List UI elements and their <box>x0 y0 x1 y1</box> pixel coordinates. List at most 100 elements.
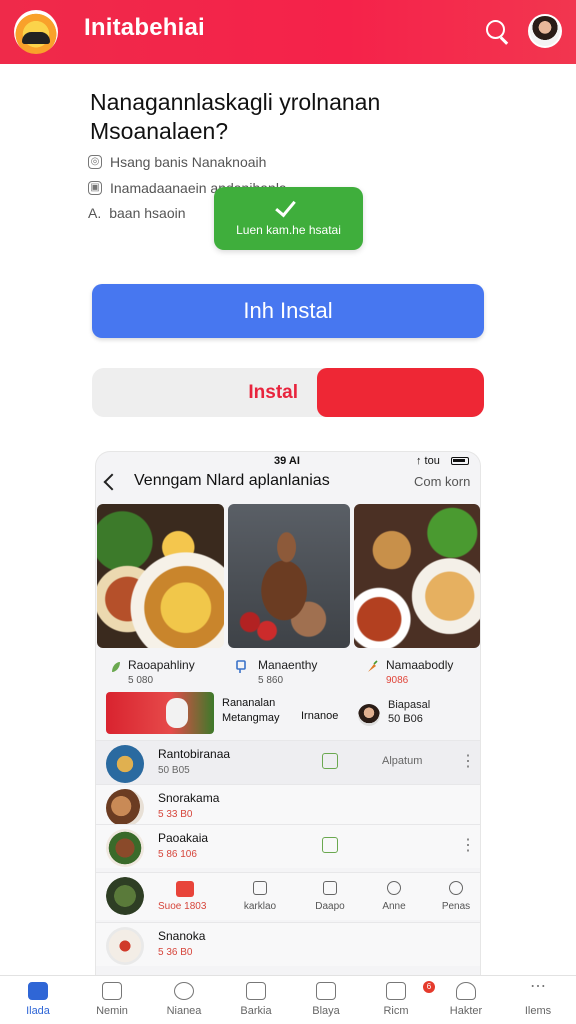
dish-thumbnail <box>106 877 144 915</box>
message-icon[interactable] <box>322 837 338 853</box>
preview-action[interactable]: Com korn <box>414 474 470 489</box>
tab-user[interactable]: Hakter <box>434 982 498 1017</box>
list-item-sub: 5 86 106 <box>158 849 197 860</box>
folder-icon <box>253 881 267 895</box>
caption-title: Manaenthy <box>258 658 318 672</box>
dish-thumbnail <box>106 745 144 783</box>
top-header: Initabehiai <box>0 0 576 64</box>
install-button[interactable]: Inh Instal <box>92 284 484 338</box>
image-icon <box>316 982 336 1000</box>
preview-title: Venngam Nlard aplanlanias <box>134 472 330 489</box>
promo-right-line-2: 50 B06 <box>388 713 423 725</box>
tab-search[interactable]: Nianea <box>152 982 216 1017</box>
promo-banner[interactable] <box>106 692 214 734</box>
tag-icon <box>236 660 248 674</box>
mini-tab-3[interactable]: Anne <box>364 881 424 912</box>
mini-tab-label: Penas <box>441 901 471 912</box>
info-text: Hsang banis Nanaknoaih <box>110 154 267 170</box>
promo-right: Biapasal 50 B06 <box>388 698 430 726</box>
check-icon <box>276 195 300 217</box>
info-row-location: ◎ Hsang banis Nanaknoaih <box>88 154 266 170</box>
tab-label: Nemin <box>96 1005 128 1017</box>
preview-nav-bar: Venngam Nlard aplanlanias Com korn <box>96 466 480 502</box>
mini-tab-label: karklao <box>243 901 277 912</box>
more-icon: ⋯ <box>530 978 546 995</box>
notification-badge <box>176 881 194 897</box>
tab-cart[interactable]: 6 Ricm <box>364 981 435 1017</box>
install-label[interactable]: Instal <box>92 368 314 417</box>
dish-thumbnail <box>106 789 144 827</box>
lock-icon: ▣ <box>88 181 102 195</box>
tab-label: Barkia <box>240 1005 272 1017</box>
leaf-icon <box>110 660 122 674</box>
more-icon[interactable] <box>460 751 476 771</box>
list-item-title: Snanoka <box>158 929 206 943</box>
list-item[interactable]: Rantobiranaa 50 B05 Alpatum <box>96 740 480 784</box>
person-photo[interactable] <box>228 504 350 648</box>
install-split-button[interactable]: Instal <box>92 368 484 417</box>
avatar[interactable] <box>528 14 562 48</box>
home-icon <box>28 982 48 1000</box>
carrot-icon <box>366 660 378 674</box>
caption-title: Namaabodly <box>386 658 454 672</box>
headline-line-2: Msoanalaen? <box>90 118 229 144</box>
tab-image[interactable]: Blaya <box>294 982 358 1017</box>
app-preview-screenshot: 39 AI ↑ tou Venngam Nlard aplanlanias Co… <box>96 452 480 976</box>
location-icon: ◎ <box>88 155 102 169</box>
tab-label: Ilada <box>26 1005 50 1017</box>
list-item-side: Alpatum <box>382 755 423 767</box>
list-item[interactable]: Paoakaia 5 86 106 <box>96 824 480 868</box>
mini-tab-label: Anne <box>382 901 406 912</box>
search-icon <box>174 982 194 1000</box>
back-icon[interactable] <box>103 473 121 491</box>
tab-store[interactable]: Nemin <box>80 982 144 1017</box>
mini-tab-label: Daapo <box>315 901 345 912</box>
caption-title: Raoapahliny <box>128 658 195 672</box>
tab-home[interactable]: Ilada <box>6 982 70 1017</box>
install-red-button[interactable] <box>317 368 484 417</box>
caption-sub: 5 080 <box>128 675 154 686</box>
tab-label: Blaya <box>312 1005 340 1017</box>
tab-label: Ilems <box>524 1005 552 1017</box>
caption-sub: 9086 <box>386 675 409 686</box>
app-title: Initabehiai <box>84 14 205 41</box>
info-row-font: A. baan hsaoin <box>88 205 186 221</box>
info-text: baan hsaoin <box>109 205 186 221</box>
list-item[interactable]: Suoe 1803 karklao Daapo Anne Penas <box>96 872 480 920</box>
calendar-icon <box>323 881 337 895</box>
tab-label: Nianea <box>166 1005 202 1017</box>
box-icon <box>246 982 266 1000</box>
chat-icon <box>449 881 463 895</box>
more-icon[interactable] <box>460 835 476 855</box>
tab-more[interactable]: ⋯ Ilems <box>506 978 570 1018</box>
list-item-sub: 5 36 B0 <box>158 947 193 958</box>
headline-line-1: Nanagannlaskagli yrolnanan <box>90 89 381 115</box>
list-item-sub: Suoe 1803 <box>158 901 207 912</box>
avatar <box>358 704 380 726</box>
tab-box[interactable]: Barkia <box>224 982 288 1017</box>
list-item-sub: 50 B05 <box>158 765 190 776</box>
success-toast: Luen kam.he hsatai <box>214 187 363 250</box>
document-icon[interactable] <box>322 753 338 769</box>
caption-2: Manaenthy 5 860 <box>258 658 317 686</box>
store-icon <box>102 982 122 1000</box>
food-platter-photo[interactable] <box>97 504 224 648</box>
search-icon[interactable] <box>482 16 512 46</box>
cart-icon: 6 <box>386 981 435 1000</box>
bottom-navigation: Ilada Nemin Nianea Barkia Blaya 6 Ricm H… <box>0 975 576 1024</box>
meal-photo[interactable] <box>354 504 480 648</box>
tab-label: Hakter <box>449 1005 483 1017</box>
mini-tab-1[interactable]: karklao <box>230 881 290 912</box>
app-logo <box>14 10 58 54</box>
toast-text: Luen kam.he hsatai <box>236 223 341 237</box>
list-item[interactable]: Snanoka 5 36 B0 <box>96 922 480 966</box>
mini-tab-4[interactable]: Penas <box>426 881 480 912</box>
battery-icon <box>451 457 469 465</box>
tab-label: Ricm <box>383 1005 409 1017</box>
mini-tab-2[interactable]: Daapo <box>300 881 360 912</box>
promo-text: Rananalan Metangmay <box>222 696 279 726</box>
caption-sub: 5 860 <box>258 675 284 686</box>
list-item-sub: 5 33 B0 <box>158 809 193 820</box>
list-item[interactable]: Snorakama 5 33 B0 <box>96 784 480 828</box>
font-icon: A. <box>88 205 102 221</box>
